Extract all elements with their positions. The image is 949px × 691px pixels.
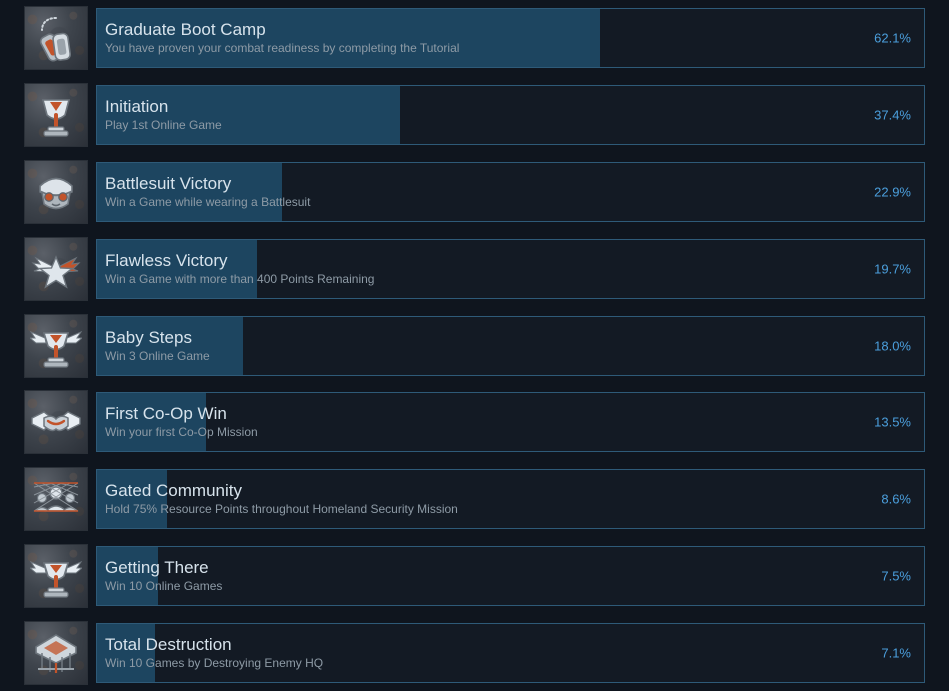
achievement-text: Gated Community Hold 75% Resource Points …: [97, 481, 458, 517]
achievement-row[interactable]: Total Destruction Win 10 Games by Destroy…: [0, 614, 949, 691]
achievement-progress-bar: Flawless Victory Win a Game with more tha…: [96, 238, 925, 299]
winged-trophy-icon: [24, 543, 88, 608]
achievement-title: Battlesuit Victory: [105, 173, 232, 193]
achievement-description: Win a Game with more than 400 Points Rem…: [105, 271, 375, 286]
achievement-progress-bar: Total Destruction Win 10 Games by Destroy…: [96, 622, 925, 683]
achievement-description: Win 3 Online Game: [105, 348, 210, 363]
achievement-text: Baby Steps Win 3 Online Game: [97, 328, 210, 364]
achievement-percent: 7.1%: [881, 645, 911, 661]
achievement-text: Initiation Play 1st Online Game: [97, 97, 222, 133]
achievement-progress-bar: Baby Steps Win 3 Online Game 18.0%: [96, 315, 925, 376]
achievement-row[interactable]: Gated Community Hold 75% Resource Points …: [0, 461, 949, 538]
winged-trophy-icon: [24, 313, 88, 378]
achievement-percent: 22.9%: [874, 184, 911, 200]
achievement-title: Total Destruction: [105, 634, 232, 654]
achievement-text: Getting There Win 10 Online Games: [97, 558, 222, 594]
dog-tags-icon: [24, 6, 88, 71]
achievement-row[interactable]: Flawless Victory Win a Game with more tha…: [0, 230, 949, 307]
achievement-percent: 8.6%: [881, 491, 911, 507]
achievement-percent: 19.7%: [874, 261, 911, 277]
achievement-description: Play 1st Online Game: [105, 118, 222, 133]
achievement-progress-bar: Initiation Play 1st Online Game 37.4%: [96, 85, 925, 146]
achievement-title: First Co-Op Win: [105, 404, 227, 424]
destroyed-base-icon: [24, 620, 88, 685]
people-behind-fence-icon: [24, 467, 88, 532]
achievement-description: Hold 75% Resource Points throughout Home…: [105, 502, 458, 517]
achievement-row[interactable]: Initiation Play 1st Online Game 37.4%: [0, 77, 949, 154]
achievement-description: You have proven your combat readiness by…: [105, 41, 460, 56]
achievement-percent: 37.4%: [874, 107, 911, 123]
achievement-description: Win your first Co-Op Mission: [105, 425, 258, 440]
achievement-title: Gated Community: [105, 481, 242, 501]
achievement-description: Win 10 Online Games: [105, 578, 223, 593]
achievement-row[interactable]: Battlesuit Victory Win a Game while weari…: [0, 154, 949, 231]
battlesuit-helmet-icon: [24, 159, 88, 224]
achievement-title: Graduate Boot Camp: [105, 20, 266, 40]
achievement-percent: 62.1%: [874, 30, 911, 46]
achievement-description: Win a Game while wearing a Battlesuit: [105, 194, 311, 209]
handshake-icon: [24, 390, 88, 455]
achievement-title: Baby Steps: [105, 327, 192, 347]
achievement-percent: 7.5%: [881, 568, 911, 584]
achievement-text: First Co-Op Win Win your first Co-Op Miss…: [97, 404, 258, 440]
achievement-row[interactable]: First Co-Op Win Win your first Co-Op Miss…: [0, 384, 949, 461]
achievement-progress-bar: Gated Community Hold 75% Resource Points …: [96, 469, 925, 530]
achievement-title: Getting There: [105, 557, 209, 577]
achievement-title: Initiation: [105, 97, 169, 117]
achievement-row[interactable]: Baby Steps Win 3 Online Game 18.0%: [0, 307, 949, 384]
achievement-progress-bar: First Co-Op Win Win your first Co-Op Miss…: [96, 392, 925, 453]
achievement-list: Graduate Boot Camp You have proven your c…: [0, 0, 949, 691]
achievement-text: Graduate Boot Camp You have proven your c…: [97, 20, 459, 56]
achievement-progress-bar: Battlesuit Victory Win a Game while weari…: [96, 161, 925, 222]
trophy-cup-icon: [24, 83, 88, 148]
achievement-text: Battlesuit Victory Win a Game while weari…: [97, 174, 310, 210]
achievement-text: Total Destruction Win 10 Games by Destroy…: [97, 635, 323, 671]
achievement-row[interactable]: Getting There Win 10 Online Games 7.5%: [0, 538, 949, 615]
achievement-percent: 18.0%: [874, 338, 911, 354]
achievement-text: Flawless Victory Win a Game with more tha…: [97, 251, 374, 287]
achievement-percent: 13.5%: [874, 414, 911, 430]
achievement-description: Win 10 Games by Destroying Enemy HQ: [105, 655, 324, 670]
achievement-progress-bar: Graduate Boot Camp You have proven your c…: [96, 8, 925, 69]
achievement-row[interactable]: Graduate Boot Camp You have proven your c…: [0, 0, 949, 77]
winged-star-icon: [24, 236, 88, 301]
achievement-title: Flawless Victory: [105, 250, 228, 270]
achievement-progress-bar: Getting There Win 10 Online Games 7.5%: [96, 545, 925, 606]
